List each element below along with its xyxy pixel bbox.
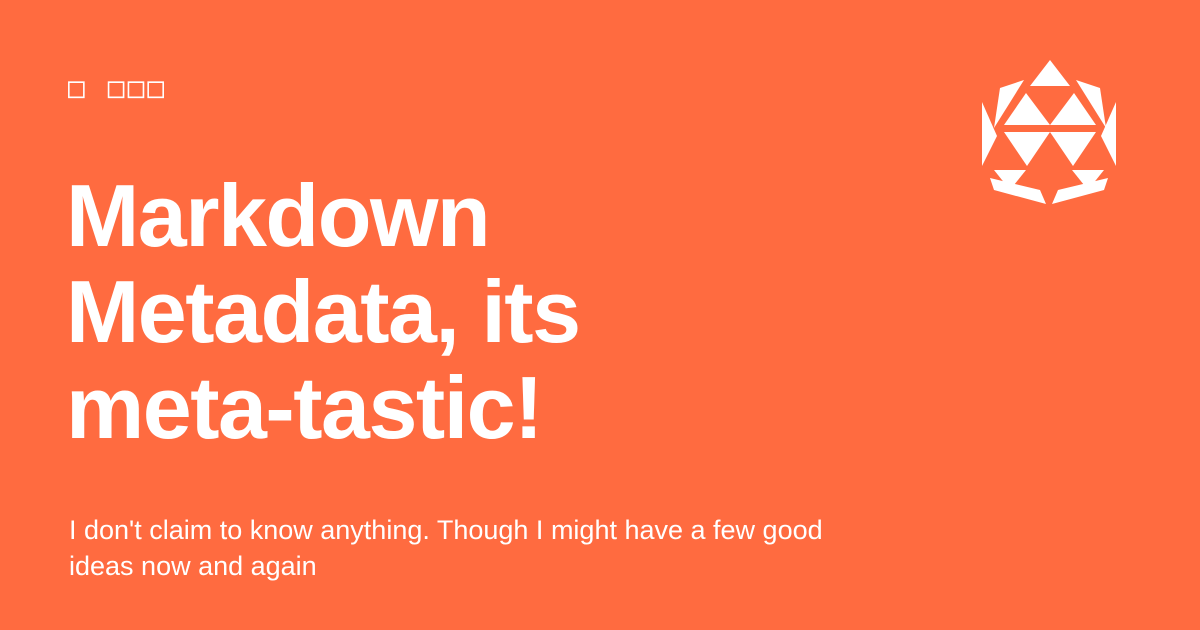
bottom-left-facet [990,178,1046,204]
page-title: Markdown Metadata, its meta-tastic! [66,166,581,457]
bottom-right-facet [1052,178,1108,204]
far-left-facet [982,102,997,166]
polyhedron-icon [982,60,1116,204]
site-eyebrow: □ □□□ [68,71,168,104]
social-card: □ □□□ Markdown Metadata, its meta-tastic… [0,0,1200,630]
page-description: I don't claim to know anything. Though I… [69,515,823,581]
center-left-triangle [1004,132,1050,166]
polyhedron-logo-icon [976,58,1122,208]
top-triangle [1030,60,1070,86]
center-right-triangle [1050,132,1096,166]
